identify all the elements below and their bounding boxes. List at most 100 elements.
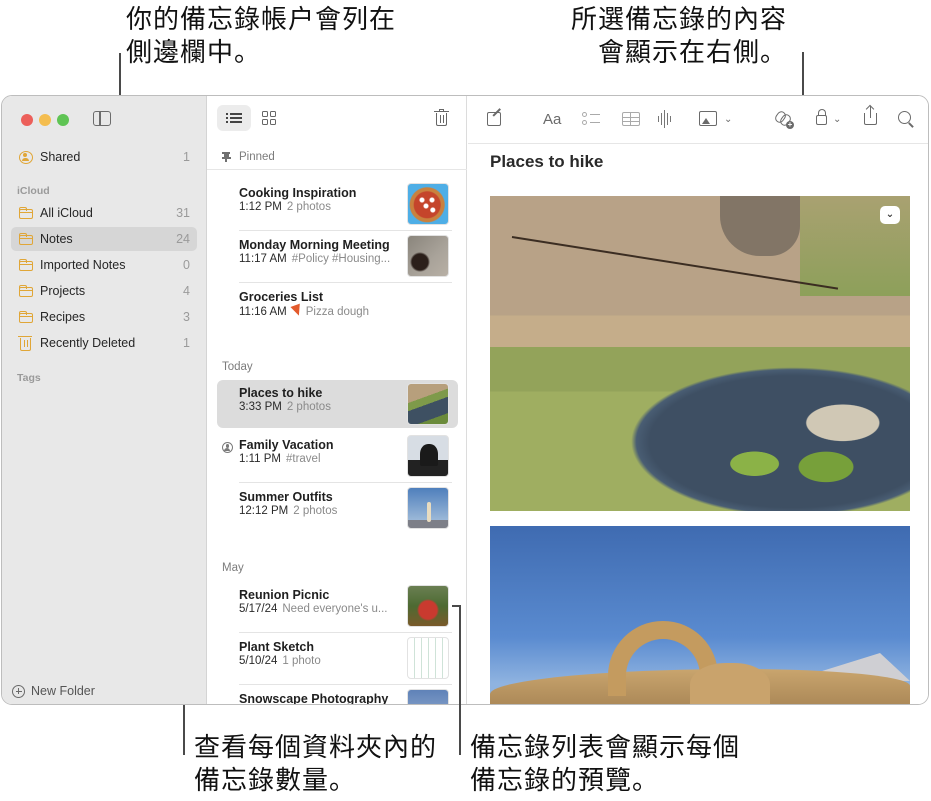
note-thumbnail <box>407 435 449 477</box>
note-preview: #Policy #Housing... <box>291 253 391 265</box>
close-window-button[interactable] <box>21 114 33 126</box>
note-title: Places to hike <box>239 386 323 400</box>
callout-content: 所選備忘錄的內容 會顯示在右側。 <box>570 4 787 70</box>
folder-icon <box>18 310 33 323</box>
sidebar-item-projects[interactable]: Projects 4 <box>11 279 197 303</box>
callout-line-1: 查看每個資料夾內的 <box>194 733 438 763</box>
sidebar-item-count: 24 <box>176 232 190 246</box>
note-row[interactable]: Summer Outfits 12:12 PM 2 photos <box>217 484 458 532</box>
editor-toolbar: Aa ⌄ + ⌄ <box>468 96 928 144</box>
new-note-icon[interactable] <box>487 112 501 126</box>
note-title: Groceries List <box>239 290 324 304</box>
note-row-selected[interactable]: Places to hike 3:33 PM 2 photos <box>217 380 458 428</box>
shared-person-icon <box>222 442 233 453</box>
trash-icon <box>18 335 32 351</box>
sidebar-item-count: 4 <box>183 284 190 298</box>
sidebar-item-recently-deleted[interactable]: Recently Deleted 1 <box>11 331 197 355</box>
note-time: 5/17/24 <box>239 603 278 615</box>
note-row[interactable]: Groceries List 11:16 AM Pizza dough <box>217 284 458 332</box>
sidebar-item-imported-notes[interactable]: Imported Notes 0 <box>11 253 197 277</box>
person-circle-icon <box>19 150 33 164</box>
chevron-down-icon[interactable]: ⌄ <box>880 206 900 224</box>
divider <box>207 169 467 170</box>
callout-leader-notelist-h <box>452 605 461 607</box>
sidebar-item-label: Notes <box>40 232 73 246</box>
note-thumbnail <box>407 235 449 277</box>
section-header-tags: Tags <box>17 372 41 384</box>
rock-arch-photo[interactable] <box>490 526 910 704</box>
audio-waveform-icon[interactable] <box>658 110 674 128</box>
note-time: 11:17 AM <box>239 253 287 265</box>
search-icon[interactable] <box>898 111 911 124</box>
note-row[interactable]: Cooking Inspiration 1:12 PM 2 photos <box>217 180 458 231</box>
table-icon[interactable] <box>622 112 640 126</box>
sidebar-item-count: 3 <box>183 310 190 324</box>
note-editor: Aa ⌄ + ⌄ Places to hike ⌄ <box>468 96 928 704</box>
note-thumbnail <box>407 183 449 225</box>
chevron-down-icon[interactable]: ⌄ <box>833 114 841 125</box>
divider <box>239 482 452 483</box>
callout-sidebar: 你的備忘錄帳户會列在 側邊欄中。 <box>126 4 396 70</box>
note-row[interactable]: Snowscape Photography <box>217 686 458 704</box>
new-folder-label: New Folder <box>31 684 95 698</box>
format-button[interactable]: Aa <box>543 111 561 128</box>
lock-icon[interactable] <box>816 109 827 125</box>
sidebar-item-recipes[interactable]: Recipes 3 <box>11 305 197 329</box>
hot-springs-creek-photo[interactable]: ⌄ <box>490 196 910 511</box>
divider <box>239 230 452 231</box>
note-time: 3:33 PM <box>239 401 282 413</box>
sidebar-item-notes[interactable]: Notes 24 <box>11 227 197 251</box>
minimize-window-button[interactable] <box>39 114 51 126</box>
group-header-today: Today <box>222 361 253 373</box>
notes-window: Shared 1 iCloud All iCloud 31 Notes 24 I… <box>1 95 929 705</box>
note-preview: Pizza dough <box>305 306 370 318</box>
section-header-icloud: iCloud <box>17 185 50 197</box>
note-thumbnail <box>407 383 449 425</box>
callout-line-2: 備忘錄數量。 <box>194 766 357 796</box>
group-heading: Pinned <box>239 151 275 163</box>
callout-notelist: 備忘錄列表會顯示每個 備忘錄的預覽。 <box>470 732 740 798</box>
sidebar-item-count: 31 <box>176 206 190 220</box>
divider <box>239 632 452 633</box>
new-folder-button[interactable]: New Folder <box>12 684 95 698</box>
share-icon[interactable] <box>864 106 877 125</box>
note-preview: Need everyone's u... <box>282 603 388 615</box>
note-preview: 2 photos <box>286 401 331 413</box>
chevron-down-icon[interactable]: ⌄ <box>724 114 732 125</box>
pizza-emoji-icon <box>290 303 304 318</box>
note-row[interactable]: Monday Morning Meeting 11:17 AM #Policy #… <box>217 232 458 283</box>
delete-note-button[interactable] <box>434 109 449 127</box>
gallery-view-button[interactable] <box>262 111 277 126</box>
sidebar: Shared 1 iCloud All iCloud 31 Notes 24 I… <box>2 96 207 704</box>
folder-icon <box>18 258 33 271</box>
sidebar-item-label: Imported Notes <box>40 258 126 272</box>
checklist-icon[interactable] <box>582 112 600 126</box>
sidebar-item-shared[interactable]: Shared 1 <box>11 145 197 169</box>
list-view-button[interactable] <box>217 105 251 131</box>
callout-line-1: 你的備忘錄帳户會列在 <box>126 5 397 35</box>
sidebar-item-label: All iCloud <box>40 206 93 220</box>
note-thumbnail <box>407 487 449 529</box>
pin-icon <box>221 152 231 162</box>
note-thumbnail <box>407 689 449 704</box>
note-title: Monday Morning Meeting <box>239 238 390 252</box>
sidebar-item-label: Recipes <box>40 310 86 324</box>
zoom-window-button[interactable] <box>57 114 69 126</box>
callout-line-1: 備忘錄列表會顯示每個 <box>470 733 741 763</box>
note-title: Summer Outfits <box>239 490 333 504</box>
note-preview: #travel <box>285 453 321 465</box>
note-row[interactable]: Plant Sketch 5/10/24 1 photo <box>217 634 458 685</box>
note-row[interactable]: Reunion Picnic 5/17/24 Need everyone's u.… <box>217 582 458 633</box>
sidebar-toggle-icon[interactable] <box>93 111 111 126</box>
note-time: 11:16 AM <box>239 306 287 318</box>
callout-line-1: 所選備忘錄的內容 <box>571 5 788 35</box>
note-row[interactable]: Family Vacation 1:11 PM #travel <box>217 432 458 483</box>
sidebar-item-all-icloud[interactable]: All iCloud 31 <box>11 201 197 225</box>
collaborate-icon[interactable]: + <box>773 109 794 129</box>
divider <box>239 684 452 685</box>
photo-media-icon[interactable] <box>699 111 717 126</box>
folder-icon <box>18 232 33 245</box>
callout-line-2: 側邊欄中。 <box>126 38 262 68</box>
group-header-pinned: Pinned <box>221 151 275 163</box>
divider <box>239 282 452 283</box>
